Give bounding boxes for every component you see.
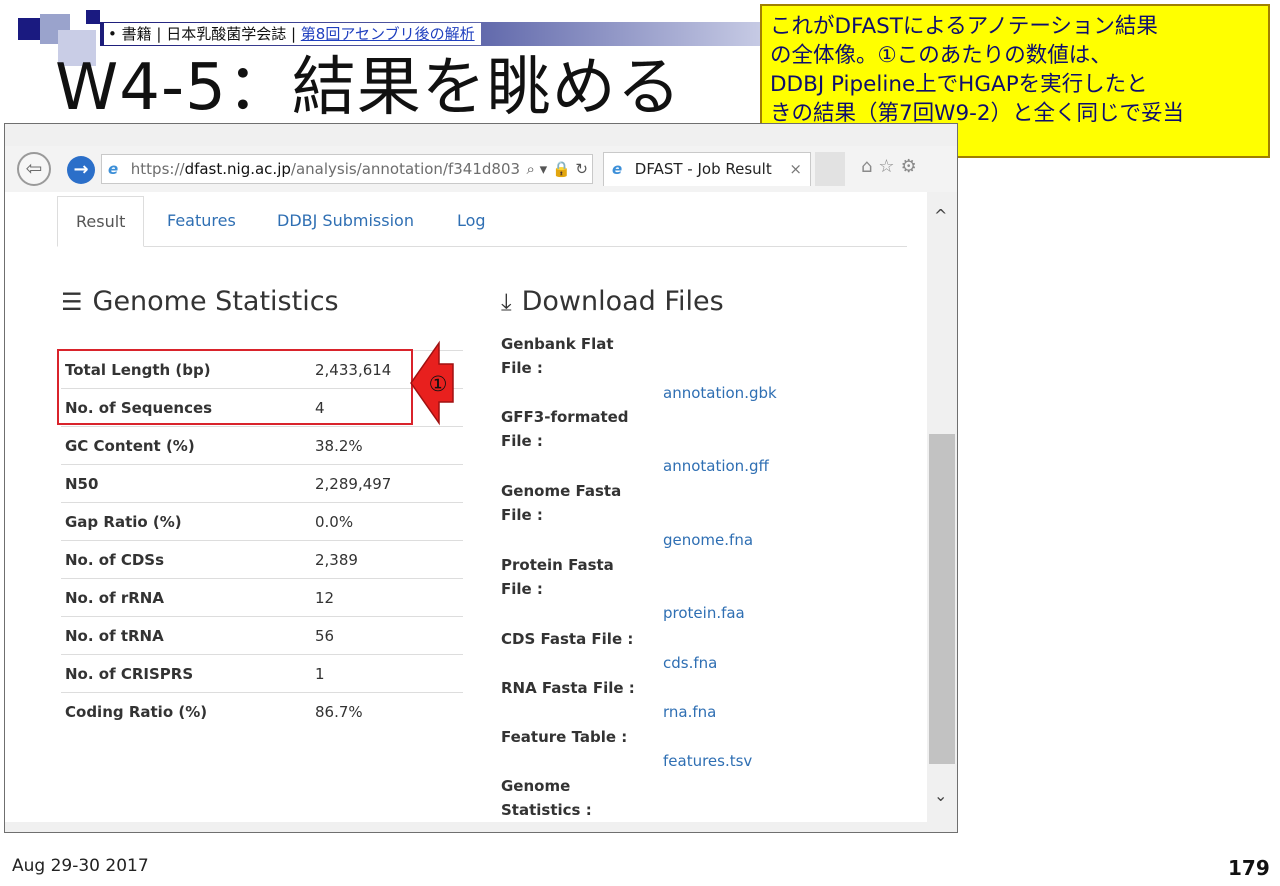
stat-value: 38.2% <box>311 426 463 465</box>
slide-decoration <box>18 18 40 40</box>
stat-label: GC Content (%) <box>61 426 311 465</box>
download-label: Genome Fasta File : <box>501 482 622 524</box>
tab-result[interactable]: Result <box>57 196 145 247</box>
stat-label: No. of tRNA <box>61 616 311 655</box>
address-bar[interactable]: e https://dfast.nig.ac.jp/analysis/annot… <box>101 154 593 184</box>
result-tabs: Result Features DDBJ Submission Log <box>57 196 907 247</box>
download-link-gff[interactable]: annotation.gff <box>663 457 769 475</box>
vertical-scrollbar[interactable]: ^ ⌄ <box>927 192 957 822</box>
scroll-thumb[interactable] <box>929 434 955 764</box>
callout-line: の全体像。①このあたりの数値は、 <box>770 43 1112 68</box>
download-link-features[interactable]: features.tsv <box>663 752 752 770</box>
stat-value: 2,389 <box>311 540 463 579</box>
slide-decoration <box>86 10 100 24</box>
slide-page-number: 179 <box>1228 856 1270 880</box>
stat-label: N50 <box>61 464 311 503</box>
forward-button[interactable]: → <box>67 156 95 184</box>
download-link-gbk[interactable]: annotation.gbk <box>663 384 777 402</box>
table-row: No. of tRNA 56 <box>61 616 463 655</box>
callout-line: DDBJ Pipeline上でHGAPを実行したと <box>770 72 1148 97</box>
download-label: GFF3-formated File : <box>501 408 629 450</box>
browser-tab[interactable]: e DFAST - Job Result × <box>603 152 811 186</box>
tab-log[interactable]: Log <box>457 196 486 246</box>
back-button[interactable]: ⇦ <box>17 152 51 186</box>
table-row: N50 2,289,497 <box>61 464 463 503</box>
browser-window: ⇦ → e https://dfast.nig.ac.jp/analysis/a… <box>4 123 958 833</box>
stat-value: 1 <box>311 654 463 693</box>
stat-label: No. of CDSs <box>61 540 311 579</box>
breadcrumb-link[interactable]: 第8回アセンブリ後の解析 <box>301 25 475 43</box>
tab-title: DFAST - Job Result <box>634 160 772 178</box>
callout-line: これがDFASTによるアノテーション結果 <box>770 14 1158 39</box>
url-host: dfast.nig.ac.jp <box>184 160 291 178</box>
table-row: GC Content (%) 38.2% <box>61 426 463 465</box>
page-content: Result Features DDBJ Submission Log ☰ Gen… <box>5 192 927 822</box>
url-prefix: https:// <box>130 160 185 178</box>
table-row: No. of CDSs 2,389 <box>61 540 463 579</box>
stat-value: 0.0% <box>311 502 463 541</box>
download-link-genome[interactable]: genome.fna <box>663 531 753 549</box>
download-icon: ⤓ <box>501 288 512 316</box>
url-path: /analysis/annotation/f341d803 <box>290 160 521 178</box>
toolbar-icons[interactable]: ⌂☆⚙ <box>861 156 923 177</box>
slide-title: W4-5：結果を眺める <box>55 51 682 125</box>
download-label: RNA Fasta File : <box>501 679 635 697</box>
download-label: Genbank Flat File : <box>501 335 614 377</box>
stat-label: Gap Ratio (%) <box>61 502 311 541</box>
download-files-heading: ⤓ Download Files <box>501 286 724 317</box>
red-arrow-icon: ① <box>410 340 454 426</box>
stat-value: 86.7% <box>311 692 463 730</box>
stat-value: 12 <box>311 578 463 617</box>
highlight-box <box>57 349 413 425</box>
download-label: Genome Statistics : <box>501 777 592 819</box>
browser-toolbar: ⇦ → e https://dfast.nig.ac.jp/analysis/a… <box>5 146 957 192</box>
slide-date: Aug 29-30 2017 <box>12 856 149 876</box>
stat-label: No. of rRNA <box>61 578 311 617</box>
genome-statistics-heading: ☰ Genome Statistics <box>61 286 339 317</box>
download-link-rna[interactable]: rna.fna <box>663 703 716 721</box>
scroll-up-icon[interactable]: ^ <box>934 206 947 225</box>
stat-label: Coding Ratio (%) <box>61 692 311 730</box>
download-label: Feature Table : <box>501 728 628 746</box>
table-row: No. of rRNA 12 <box>61 578 463 617</box>
download-link-cds[interactable]: cds.fna <box>663 654 717 672</box>
tab-ddbj-submission[interactable]: DDBJ Submission <box>277 196 414 246</box>
breadcrumb-prefix: • 書籍 | 日本乳酸菌学会誌 | <box>108 25 301 43</box>
tab-features[interactable]: Features <box>167 196 236 246</box>
new-tab-button[interactable] <box>815 152 845 186</box>
address-controls[interactable]: ⌕ ▾ 🔒 ↻ <box>522 155 588 183</box>
arrow-label: ① <box>429 372 448 396</box>
ie-icon: e <box>612 160 623 178</box>
breadcrumb: • 書籍 | 日本乳酸菌学会誌 | 第8回アセンブリ後の解析 <box>104 23 481 45</box>
table-row: Gap Ratio (%) 0.0% <box>61 502 463 541</box>
ie-icon: e <box>108 160 119 178</box>
download-label: Protein Fasta File : <box>501 556 614 598</box>
stat-value: 56 <box>311 616 463 655</box>
scroll-down-icon[interactable]: ⌄ <box>934 786 947 805</box>
table-row: No. of CRISPRS 1 <box>61 654 463 693</box>
table-row: Coding Ratio (%) 86.7% <box>61 692 463 730</box>
stat-label: No. of CRISPRS <box>61 654 311 693</box>
download-link-protein[interactable]: protein.faa <box>663 604 745 622</box>
close-tab-icon[interactable]: × <box>789 153 802 185</box>
list-icon: ☰ <box>61 288 83 316</box>
download-label: CDS Fasta File : <box>501 630 634 648</box>
stat-value: 2,289,497 <box>311 464 463 503</box>
